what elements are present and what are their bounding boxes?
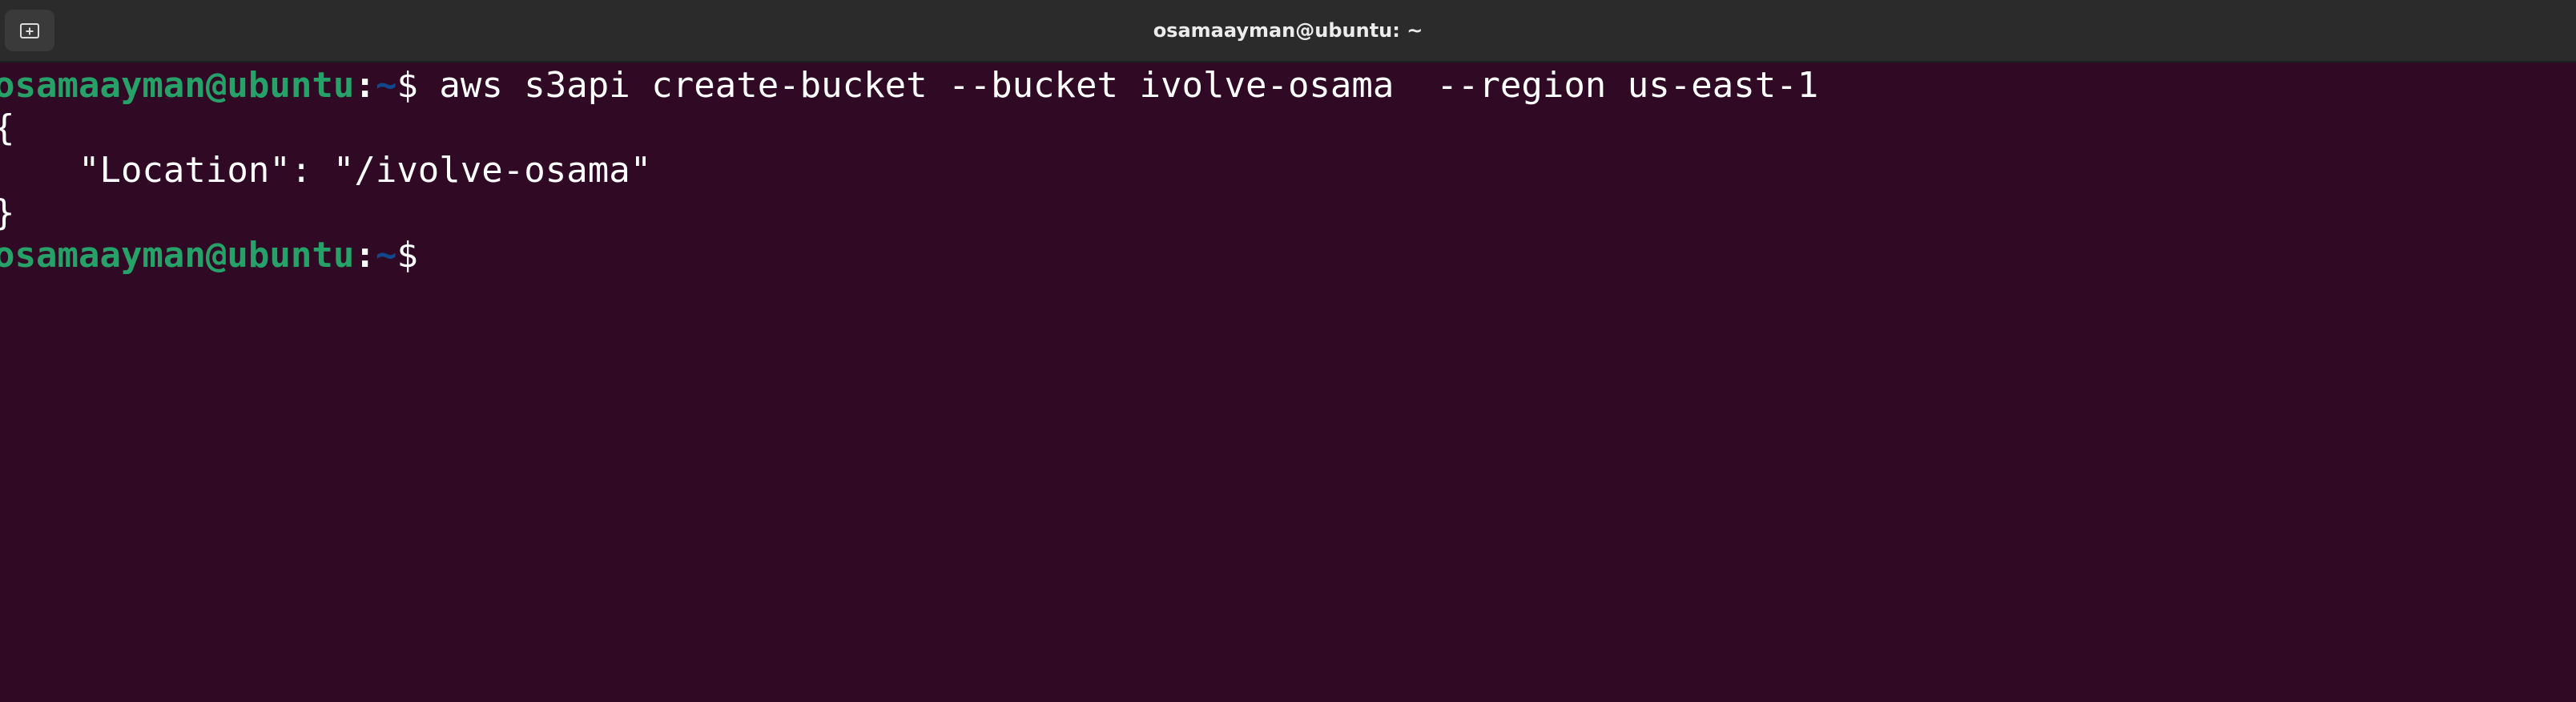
- output-line: "Location": "/ivolve-osama": [0, 150, 652, 191]
- prompt-user-host: osamaayman@ubuntu: [0, 65, 355, 106]
- prompt-user-host: osamaayman@ubuntu: [0, 235, 355, 276]
- prompt-symbol: $: [396, 235, 418, 276]
- title-bar: osamaayman@ubuntu: ~: [0, 0, 2576, 63]
- prompt-colon: :: [354, 235, 376, 276]
- window-title: osamaayman@ubuntu: ~: [1153, 19, 1423, 42]
- prompt-path: ~: [375, 65, 397, 106]
- prompt-colon: :: [354, 65, 376, 106]
- active-prompt-line[interactable]: osamaayman@ubuntu:~$: [0, 234, 418, 276]
- output-line: {: [0, 107, 15, 149]
- prompt-symbol: $: [396, 65, 418, 106]
- command-line: osamaayman@ubuntu:~$ aws s3api create-bu…: [0, 64, 1818, 107]
- terminal-output-area[interactable]: osamaayman@ubuntu:~$ aws s3api create-bu…: [0, 64, 2576, 702]
- terminal-window: osamaayman@ubuntu: ~ osamaayman@ubuntu:~…: [0, 0, 2576, 702]
- output-line: }: [0, 192, 15, 234]
- command-text: aws s3api create-bucket --bucket ivolve-…: [417, 65, 1819, 106]
- prompt-path: ~: [375, 235, 397, 276]
